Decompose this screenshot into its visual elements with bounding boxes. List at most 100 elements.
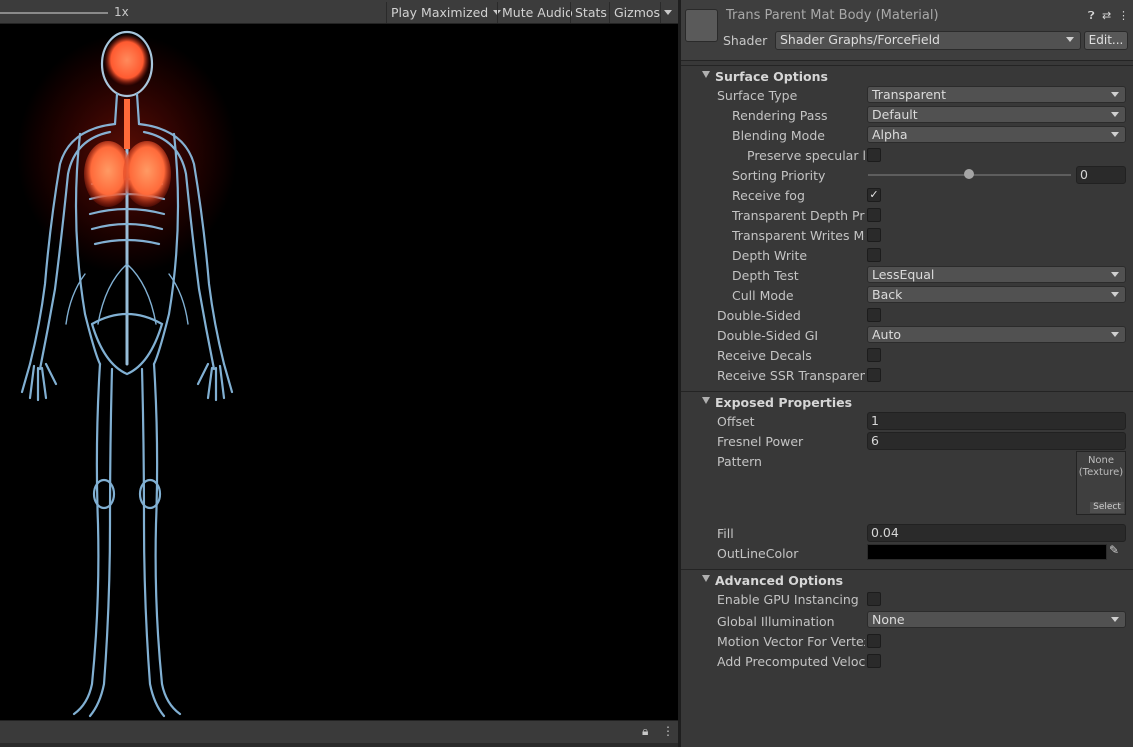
stats-label: Stats bbox=[575, 5, 607, 20]
rendering-pass-row: Rendering Pass Default bbox=[681, 105, 1133, 125]
chevron-down-icon bbox=[1111, 92, 1119, 97]
game-viewport[interactable] bbox=[0, 24, 678, 720]
texture-select-button[interactable]: Select bbox=[1090, 502, 1124, 513]
exposed-properties-title: Exposed Properties bbox=[715, 395, 853, 410]
stats-button[interactable]: Stats bbox=[570, 2, 611, 23]
depth-test-value: LessEqual bbox=[872, 267, 935, 282]
scale-label: 1x bbox=[114, 5, 129, 19]
brain bbox=[104, 34, 150, 86]
advanced-options-title: Advanced Options bbox=[715, 573, 844, 588]
blending-mode-value: Alpha bbox=[872, 127, 908, 142]
outline-color-swatch[interactable] bbox=[867, 544, 1107, 560]
motion-vector-label: Motion Vector For Vertex A bbox=[717, 634, 865, 649]
transparent-writes-motion-label: Transparent Writes Moti bbox=[732, 228, 865, 243]
more-options-icon[interactable]: ⋮ bbox=[1118, 9, 1129, 22]
shader-dropdown[interactable]: Shader Graphs/ForceField bbox=[775, 31, 1081, 50]
receive-ssr-checkbox[interactable] bbox=[867, 368, 881, 382]
chevron-down-icon bbox=[1111, 272, 1119, 277]
advanced-options-header[interactable]: Advanced Options bbox=[681, 569, 1133, 589]
blending-mode-row: Blending Mode Alpha bbox=[681, 125, 1133, 145]
receive-decals-row: Receive Decals bbox=[681, 345, 1133, 365]
double-sided-gi-label: Double-Sided GI bbox=[717, 328, 819, 343]
precomputed-velocity-checkbox[interactable] bbox=[867, 654, 881, 668]
inspector-panel: Trans Parent Mat Body (Material) ❓︎ ⇄ ⋮ … bbox=[681, 0, 1133, 747]
depth-write-checkbox[interactable] bbox=[867, 248, 881, 262]
receive-ssr-row: Receive SSR Transparent bbox=[681, 365, 1133, 385]
global-illumination-row: Global Illumination None bbox=[681, 611, 1133, 631]
gpu-instancing-checkbox[interactable] bbox=[867, 592, 881, 606]
preset-icon[interactable]: ⇄ bbox=[1102, 9, 1111, 22]
surface-type-dropdown[interactable]: Transparent bbox=[867, 86, 1126, 103]
global-illumination-value: None bbox=[872, 612, 905, 627]
receive-decals-checkbox[interactable] bbox=[867, 348, 881, 362]
gizmos-button[interactable]: Gizmos bbox=[609, 2, 664, 23]
rendering-pass-label: Rendering Pass bbox=[732, 108, 828, 123]
fresnel-power-label: Fresnel Power bbox=[717, 434, 804, 449]
motion-vector-checkbox[interactable] bbox=[867, 634, 881, 648]
double-sided-checkbox[interactable] bbox=[867, 308, 881, 322]
surface-options-header[interactable]: Surface Options bbox=[681, 65, 1133, 85]
chevron-down-icon bbox=[1111, 132, 1119, 137]
foldout-triangle-icon bbox=[702, 397, 710, 404]
texture-none-label: None bbox=[1087, 455, 1115, 466]
material-preview-thumbnail[interactable] bbox=[685, 9, 718, 42]
cull-mode-dropdown[interactable]: Back bbox=[867, 286, 1126, 303]
preserve-specular-checkbox[interactable] bbox=[867, 148, 881, 162]
mute-audio-button[interactable]: Mute Audio bbox=[497, 2, 577, 23]
chevron-down-icon bbox=[1111, 332, 1119, 337]
scale-slider[interactable] bbox=[0, 12, 108, 14]
depth-test-row: Depth Test LessEqual bbox=[681, 265, 1133, 285]
play-maximized-dropdown[interactable]: Play Maximized bbox=[386, 2, 505, 23]
offset-label: Offset bbox=[717, 414, 755, 429]
rendering-pass-value: Default bbox=[872, 107, 918, 122]
play-maximized-label: Play Maximized bbox=[391, 5, 489, 20]
receive-ssr-label: Receive SSR Transparent bbox=[717, 368, 865, 383]
sorting-priority-field[interactable]: 0 bbox=[1076, 166, 1126, 184]
receive-fog-checkbox[interactable]: ✓ bbox=[867, 188, 881, 202]
mute-audio-label: Mute Audio bbox=[502, 5, 573, 20]
double-sided-gi-dropdown[interactable]: Auto bbox=[867, 326, 1126, 343]
eyedropper-icon[interactable]: ✎ bbox=[1109, 543, 1119, 557]
preserve-specular-label: Preserve specular lig bbox=[747, 148, 865, 163]
fresnel-power-field[interactable]: 6 bbox=[867, 432, 1126, 450]
surface-type-value: Transparent bbox=[872, 87, 947, 102]
transparent-depth-prepass-checkbox[interactable] bbox=[867, 208, 881, 222]
offset-field[interactable]: 1 bbox=[867, 412, 1126, 430]
double-sided-label: Double-Sided bbox=[717, 308, 801, 323]
material-title: Trans Parent Mat Body (Material) bbox=[726, 8, 939, 23]
cull-mode-value: Back bbox=[872, 287, 903, 302]
receive-fog-row: Receive fog ✓ bbox=[681, 185, 1133, 205]
edit-shader-button[interactable]: Edit... bbox=[1084, 31, 1128, 50]
shader-value: Shader Graphs/ForceField bbox=[780, 32, 940, 47]
gpu-instancing-label: Enable GPU Instancing bbox=[717, 592, 859, 607]
pattern-texture-slot[interactable]: None (Texture) Select bbox=[1076, 451, 1126, 515]
blending-mode-dropdown[interactable]: Alpha bbox=[867, 126, 1126, 143]
cull-mode-row: Cull Mode Back bbox=[681, 285, 1133, 305]
receive-decals-label: Receive Decals bbox=[717, 348, 812, 363]
blending-mode-label: Blending Mode bbox=[732, 128, 825, 143]
double-sided-gi-value: Auto bbox=[872, 327, 902, 342]
fill-field[interactable]: 0.04 bbox=[867, 524, 1126, 542]
help-icon[interactable]: ❓︎ bbox=[1088, 9, 1095, 23]
more-options-icon[interactable]: ⋮ bbox=[662, 724, 674, 738]
pattern-label: Pattern bbox=[717, 454, 762, 469]
global-illumination-dropdown[interactable]: None bbox=[867, 611, 1126, 628]
rendering-pass-dropdown[interactable]: Default bbox=[867, 106, 1126, 123]
sorting-priority-label: Sorting Priority bbox=[732, 168, 826, 183]
double-sided-row: Double-Sided bbox=[681, 305, 1133, 325]
chevron-down-icon bbox=[1111, 112, 1119, 117]
chevron-down-icon bbox=[1066, 37, 1074, 42]
transparent-writes-motion-checkbox[interactable] bbox=[867, 228, 881, 242]
gizmos-dropdown[interactable] bbox=[660, 2, 675, 23]
double-sided-gi-row: Double-Sided GI Auto bbox=[681, 325, 1133, 345]
exposed-properties-header[interactable]: Exposed Properties bbox=[681, 391, 1133, 411]
depth-test-dropdown[interactable]: LessEqual bbox=[867, 266, 1126, 283]
depth-write-label: Depth Write bbox=[732, 248, 808, 263]
pattern-row: Pattern None (Texture) Select bbox=[681, 451, 1133, 517]
sorting-priority-slider-thumb[interactable] bbox=[964, 169, 974, 179]
foldout-triangle-icon bbox=[702, 575, 710, 582]
fresnel-power-row: Fresnel Power 6 bbox=[681, 431, 1133, 451]
lock-icon[interactable]: 🔒︎ bbox=[642, 724, 648, 739]
outline-color-row: OutLineColor ✎ bbox=[681, 543, 1133, 563]
global-illumination-label: Global Illumination bbox=[717, 614, 835, 629]
